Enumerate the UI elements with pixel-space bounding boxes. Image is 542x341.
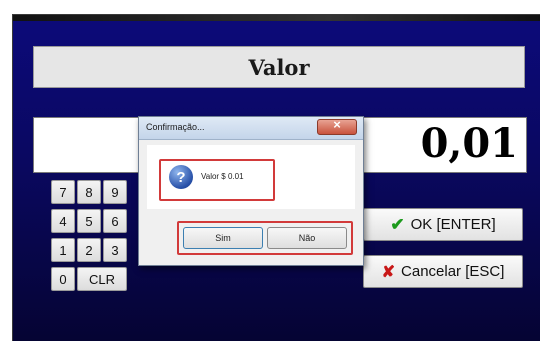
close-icon[interactable]	[317, 117, 357, 135]
checkmark-icon: ✔	[390, 214, 405, 234]
cancel-button-label: Cancelar [ESC]	[401, 263, 505, 280]
value-text: 0,01	[420, 120, 518, 167]
key-2[interactable]: 2	[77, 238, 101, 262]
ok-button[interactable]: ✔ OK [ENTER]	[363, 208, 523, 241]
key-0[interactable]: 0	[51, 267, 75, 291]
field-label: Valor	[248, 54, 310, 80]
confirmation-dialog: Confirmação... ? Valor $ 0.01 Sim Não	[138, 116, 364, 266]
ok-button-label: OK [ENTER]	[410, 216, 496, 233]
field-label-bar: Valor	[33, 46, 525, 88]
key-1[interactable]: 1	[51, 238, 75, 262]
key-4[interactable]: 4	[51, 209, 75, 233]
top-strip	[13, 15, 540, 21]
dialog-titlebar[interactable]: Confirmação...	[139, 117, 363, 140]
key-9[interactable]: 9	[103, 180, 127, 204]
key-6[interactable]: 6	[103, 209, 127, 233]
x-icon: ✘	[381, 263, 396, 281]
dialog-message: Valor $ 0.01	[201, 172, 244, 181]
numeric-keypad: 7 8 9 4 5 6 1 2 3 0 CLR	[51, 180, 151, 304]
yes-button[interactable]: Sim	[183, 227, 263, 249]
cancel-button[interactable]: ✘ Cancelar [ESC]	[363, 255, 523, 288]
key-clear[interactable]: CLR	[77, 267, 127, 291]
key-8[interactable]: 8	[77, 180, 101, 204]
no-button[interactable]: Não	[267, 227, 347, 249]
key-7[interactable]: 7	[51, 180, 75, 204]
key-5[interactable]: 5	[77, 209, 101, 233]
key-3[interactable]: 3	[103, 238, 127, 262]
question-icon: ?	[169, 165, 193, 189]
dialog-title: Confirmação...	[146, 122, 205, 132]
